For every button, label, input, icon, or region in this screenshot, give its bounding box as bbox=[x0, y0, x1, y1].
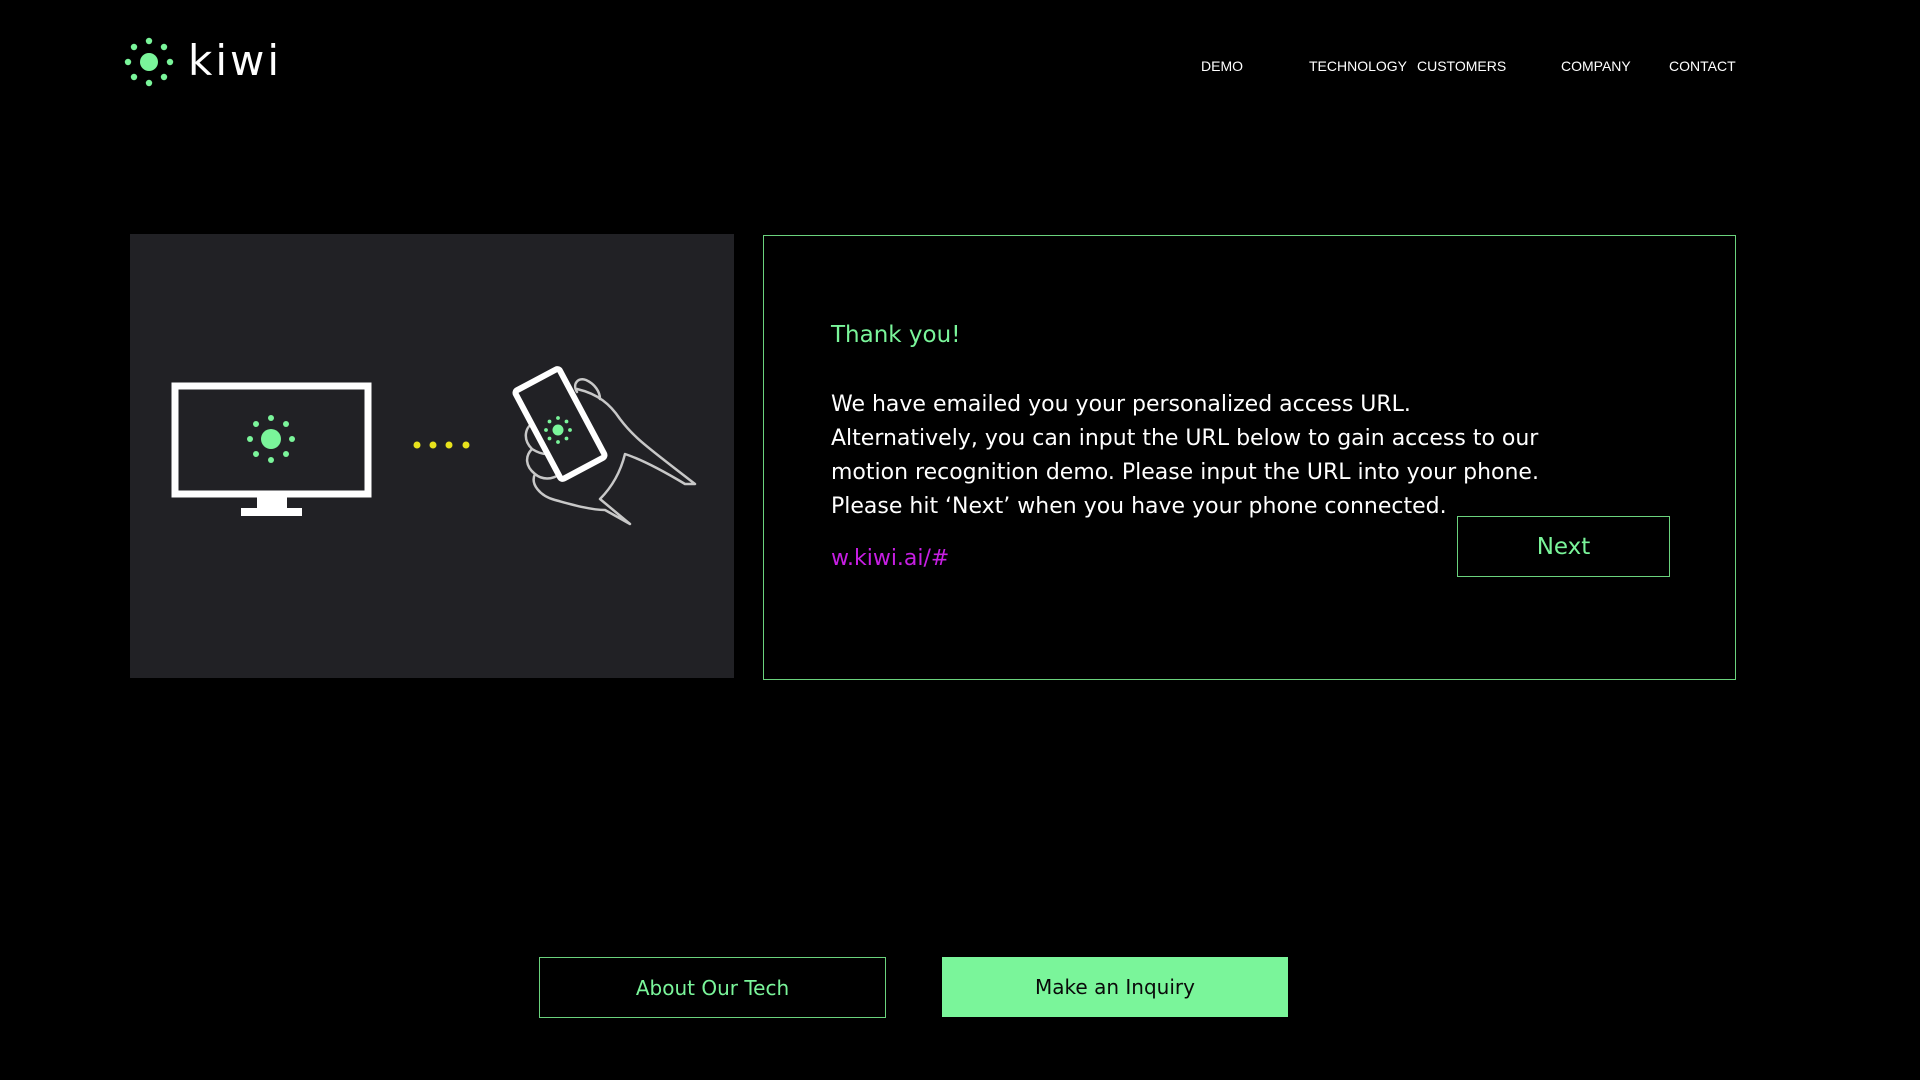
make-an-inquiry-button[interactable]: Make an Inquiry bbox=[942, 957, 1288, 1017]
about-our-tech-button[interactable]: About Our Tech bbox=[539, 957, 886, 1018]
demo-illustration bbox=[130, 234, 734, 678]
nav-item-customers[interactable]: CUSTOMERS bbox=[1417, 58, 1506, 74]
sun-icon bbox=[124, 36, 174, 92]
card-heading: Thank you! bbox=[831, 322, 961, 348]
access-url-link[interactable]: w.kiwi.ai/# bbox=[831, 546, 949, 571]
card-body-text: We have emailed you your personalized ac… bbox=[831, 392, 1539, 519]
confirmation-card: Thank you! We have emailed you your pers… bbox=[763, 235, 1736, 680]
nav-item-company[interactable]: COMPANY bbox=[1561, 58, 1631, 74]
nav-item-demo[interactable]: DEMO bbox=[1201, 58, 1243, 74]
sun-icon bbox=[247, 415, 295, 463]
brand-name: kiwi bbox=[188, 36, 283, 85]
next-button[interactable]: Next bbox=[1457, 516, 1670, 577]
nav-item-contact[interactable]: CONTACT bbox=[1669, 58, 1736, 74]
nav-item-technology[interactable]: TECHNOLOGY bbox=[1309, 58, 1407, 74]
monitor-icon bbox=[171, 382, 372, 516]
phone-in-hand-icon bbox=[512, 366, 697, 526]
brand-logo[interactable]: kiwi bbox=[124, 36, 282, 92]
dots-icon bbox=[413, 441, 470, 449]
